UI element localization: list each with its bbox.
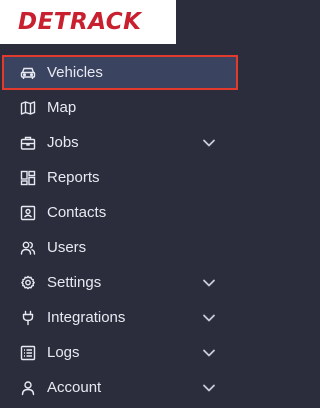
- sidebar-item-account[interactable]: Account: [0, 370, 240, 405]
- sidebar-item-users[interactable]: Users: [0, 230, 240, 265]
- logo: DETRACK: [18, 9, 142, 35]
- plug-icon: [20, 310, 36, 326]
- sidebar-item-jobs[interactable]: Jobs: [0, 125, 240, 160]
- sidebar-item-label: Logs: [47, 343, 80, 361]
- log-list-icon: [20, 345, 36, 361]
- sidebar-item-reports[interactable]: Reports: [0, 160, 240, 195]
- chevron-down-icon[interactable]: [202, 136, 216, 150]
- sidebar-item-label: Vehicles: [47, 63, 103, 81]
- sidebar-item-logs[interactable]: Logs: [0, 335, 240, 370]
- gear-icon: [20, 275, 36, 291]
- sidebar-item-label: Integrations: [47, 308, 126, 326]
- sidebar-item-label: Jobs: [47, 133, 79, 151]
- chevron-down-icon[interactable]: [202, 381, 216, 395]
- sidebar-item-settings[interactable]: Settings: [0, 265, 240, 300]
- chevron-down-icon[interactable]: [202, 311, 216, 325]
- sidebar-item-label: Users: [47, 238, 87, 256]
- map-icon: [20, 100, 36, 116]
- dashboard-icon: [20, 170, 36, 186]
- sidebar-item-label: Settings: [47, 273, 102, 291]
- briefcase-icon: [20, 135, 36, 151]
- contact-card-icon: [20, 205, 36, 221]
- chevron-down-icon[interactable]: [202, 346, 216, 360]
- vehicle-icon: [20, 65, 36, 81]
- sidebar-item-label: Reports: [47, 168, 100, 186]
- users-icon: [20, 240, 36, 256]
- logo-bar: DETRACK: [0, 0, 176, 44]
- user-icon: [20, 380, 36, 396]
- chevron-down-icon[interactable]: [202, 276, 216, 290]
- sidebar-item-vehicles[interactable]: Vehicles: [2, 55, 238, 90]
- sidebar-item-label: Contacts: [47, 203, 107, 221]
- sidebar-item-integrations[interactable]: Integrations: [0, 300, 240, 335]
- sidebar-item-label: Map: [47, 98, 77, 116]
- sidebar-item-map[interactable]: Map: [0, 90, 240, 125]
- sidebar-item-label: Account: [47, 378, 102, 396]
- sidebar-item-contacts[interactable]: Contacts: [0, 195, 240, 230]
- sidebar-nav: Vehicles Map Jobs Reports Contacts Users…: [0, 55, 240, 405]
